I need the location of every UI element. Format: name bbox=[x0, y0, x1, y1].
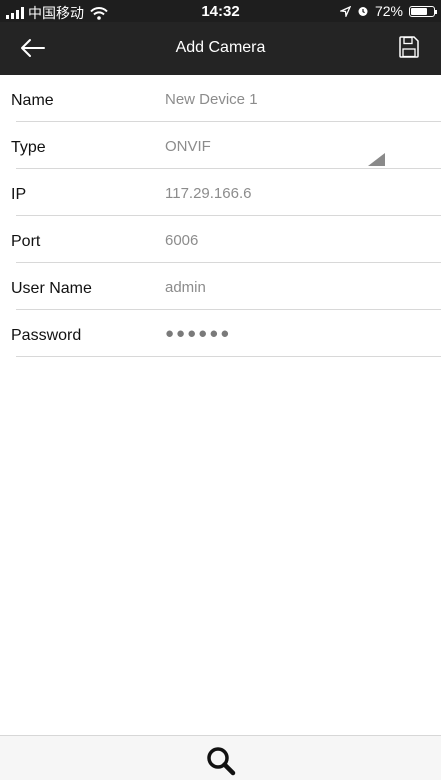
name-label: Name bbox=[11, 92, 54, 109]
password-row: Password ●●●●●● bbox=[0, 310, 441, 357]
ip-label: IP bbox=[11, 186, 27, 203]
camera-form: Name New Device 1 Type ONVIF IP 117.29.1… bbox=[0, 75, 441, 357]
name-input[interactable]: New Device 1 bbox=[165, 91, 258, 108]
name-row: Name New Device 1 bbox=[0, 75, 441, 122]
battery-icon bbox=[409, 5, 437, 17]
dropdown-triangle-icon[interactable] bbox=[368, 153, 385, 166]
type-select[interactable]: ONVIF bbox=[165, 138, 211, 155]
battery-percent: 72% bbox=[374, 3, 403, 19]
alarm-clock-icon bbox=[358, 7, 368, 16]
user-name-label: User Name bbox=[11, 280, 92, 297]
location-arrow-icon bbox=[339, 5, 351, 17]
save-floppy-icon[interactable] bbox=[398, 35, 420, 59]
ip-input[interactable]: 117.29.166.6 bbox=[165, 185, 251, 202]
password-input[interactable]: ●●●●●● bbox=[165, 325, 231, 342]
ip-row: IP 117.29.166.6 bbox=[0, 169, 441, 216]
divider bbox=[16, 356, 441, 357]
password-label: Password bbox=[11, 327, 82, 344]
search-icon[interactable] bbox=[205, 745, 237, 777]
type-label: Type bbox=[11, 139, 46, 156]
status-right: 72% bbox=[339, 3, 437, 19]
status-bar: 中国移动 14:32 72% bbox=[0, 0, 441, 22]
nav-bar: Add Camera bbox=[0, 22, 441, 75]
page-title: Add Camera bbox=[175, 39, 266, 56]
port-row: Port 6006 bbox=[0, 216, 441, 263]
bottom-toolbar bbox=[0, 735, 441, 780]
user-name-row: User Name admin bbox=[0, 263, 441, 310]
type-row[interactable]: Type ONVIF bbox=[0, 122, 441, 169]
user-name-input[interactable]: admin bbox=[165, 279, 206, 296]
port-label: Port bbox=[11, 233, 41, 250]
port-input[interactable]: 6006 bbox=[165, 232, 198, 249]
